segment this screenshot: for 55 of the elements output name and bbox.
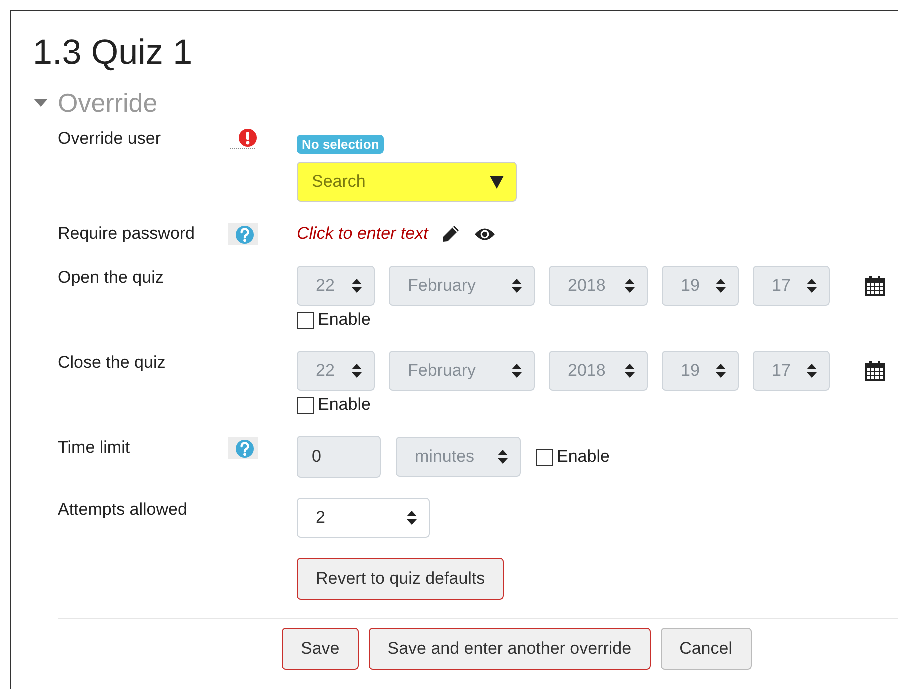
sort-arrows-icon [407, 511, 417, 525]
user-search-dropdown[interactable]: Search [297, 162, 517, 202]
section-title[interactable]: Override [58, 88, 158, 118]
field-label: Attempts allowed [58, 499, 188, 521]
sort-arrows-icon [807, 364, 817, 378]
password-edit-link[interactable]: Click to enter text [297, 224, 428, 244]
sort-arrows-icon [716, 279, 726, 293]
enable-checkbox[interactable] [297, 312, 314, 328]
field-label: Open the quiz [58, 267, 165, 289]
pencil-icon[interactable] [442, 225, 460, 243]
submit-button[interactable]: Save and enter another override [368, 628, 651, 670]
year-select[interactable]: 2018 [549, 266, 648, 306]
unit-select[interactable]: minutes [396, 437, 521, 477]
day-select[interactable]: 22 [297, 351, 375, 391]
sort-arrows-icon [625, 364, 635, 378]
sort-arrows-icon [716, 364, 726, 378]
sort-arrows-icon [352, 279, 362, 293]
checkbox-label: Enable [557, 446, 610, 468]
dropdown-arrow-icon [490, 176, 504, 188]
revert-defaults-button[interactable]: Revert to quiz defaults [297, 558, 504, 600]
calendar-icon[interactable] [865, 361, 885, 381]
enable-checkbox[interactable] [536, 448, 553, 466]
sort-arrows-icon [807, 279, 817, 293]
help-icon[interactable] [228, 223, 258, 245]
calendar-icon[interactable] [865, 276, 885, 296]
field-label: Require password [58, 223, 196, 245]
minute-select[interactable]: 17 [753, 351, 830, 391]
enable-checkbox[interactable] [297, 396, 314, 414]
field-label: Close the quiz [58, 352, 167, 374]
hour-select[interactable]: 19 [662, 266, 739, 306]
submit-button[interactable]: Save [282, 628, 359, 670]
field-label: Override user [58, 128, 162, 150]
attempts-select[interactable]: 2 [297, 498, 430, 538]
page-title: 1.3 Quiz 1 [33, 33, 194, 73]
day-select[interactable]: 22 [297, 266, 375, 306]
checkbox-label: Enable [318, 309, 371, 331]
time-limit-input[interactable]: 0 [297, 436, 381, 478]
sort-arrows-icon [352, 364, 362, 378]
help-icon[interactable] [228, 437, 258, 459]
sort-arrows-icon [625, 279, 635, 293]
month-select[interactable]: February [389, 266, 535, 306]
caret-down-icon[interactable] [34, 98, 48, 108]
sort-arrows-icon [512, 279, 522, 293]
eye-icon[interactable] [474, 226, 496, 242]
checkbox-label: Enable [318, 394, 371, 416]
hour-select[interactable]: 19 [662, 351, 739, 391]
minute-select[interactable]: 17 [753, 266, 830, 306]
sort-arrows-icon [512, 364, 522, 378]
required-icon [228, 128, 258, 150]
cancel-button[interactable]: Cancel [660, 628, 752, 670]
sort-arrows-icon [498, 450, 508, 464]
selection-badge: No selection [297, 135, 384, 154]
year-select[interactable]: 2018 [549, 351, 648, 391]
field-label: Time limit [58, 437, 132, 459]
month-select[interactable]: February [389, 351, 535, 391]
